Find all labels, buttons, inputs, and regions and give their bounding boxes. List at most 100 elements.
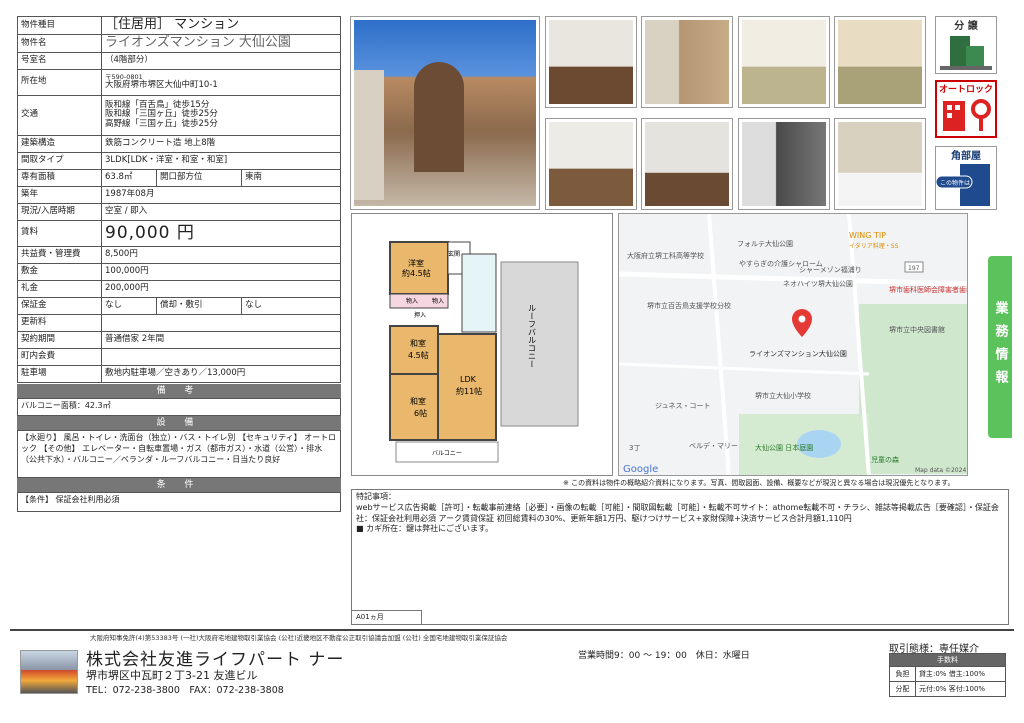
label-amortization: 償却・敷引 <box>156 296 242 315</box>
equipment-header: 設 備 <box>17 416 341 430</box>
route-number: 197 <box>908 265 920 272</box>
store-photo <box>20 650 78 694</box>
map-label: 児童の森 <box>871 455 899 464</box>
remarks-text: バルコニー面積：42.3㎡ <box>17 398 341 416</box>
room-label: 約4.5帖 <box>402 268 431 278</box>
label-deposit: 敷金 <box>17 262 102 281</box>
fee-header: 手数料 <box>889 653 1006 667</box>
room-label: 和室 <box>410 338 426 348</box>
disclaimer: ※ この資料は物件の概略紹介資料になります。写真、間取図面、設備、概要などが現況… <box>563 479 955 487</box>
label-rent: 賃料 <box>17 219 102 247</box>
map-label: 堺市立百舌鳥支援学校分校 <box>647 301 731 310</box>
fee-value: 貸主:0% 借主:100% <box>915 666 1006 682</box>
location-pin-icon <box>792 309 812 337</box>
label-structure: 建築構造 <box>17 134 102 153</box>
map-label: 堺市歯科医師会障害者歯科診療所 <box>889 285 968 294</box>
value-address: 大阪府堺市堺区大仙中町10-1 <box>105 80 218 91</box>
value-status: 空室 / 即入 <box>101 202 341 221</box>
value-guarantee: なし <box>101 296 157 315</box>
corner-sub-label: この物件は <box>940 179 970 187</box>
interior-photo[interactable] <box>834 16 926 108</box>
label-fee: 共益費・管理費 <box>17 245 102 264</box>
floor-plan[interactable]: 洋室 約4.5帖 玄関 和室 4.5帖 LDK 約11帖 和室 6帖 押入 物入… <box>351 213 613 476</box>
label-address: 所在地 <box>17 68 102 96</box>
key-icon <box>943 99 991 131</box>
interior-photo[interactable] <box>738 16 830 108</box>
label-parking: 駐車場 <box>17 364 102 383</box>
notes-title: 特記事項： <box>356 492 396 501</box>
label-status: 現況/入居時期 <box>17 202 102 221</box>
value-structure: 鉄筋コンクリート造 地上8階 <box>101 134 341 153</box>
map-label: ライオンズマンション大仙公園 <box>749 349 847 358</box>
value-parking: 敷地内駐車場／空きあり／13,000円 <box>101 364 341 383</box>
building-photo[interactable] <box>350 16 540 210</box>
label-keymoney: 礼金 <box>17 279 102 298</box>
access-line: 高野線「三国ヶ丘」徒歩25分 <box>105 119 218 130</box>
corner-building-icon: この物件は <box>935 164 990 206</box>
business-info-tab[interactable]: 業務情報 <box>988 256 1012 438</box>
value-deposit: 100,000円 <box>101 262 341 281</box>
label-layout: 間取タイプ <box>17 151 102 170</box>
map-label: シャーメゾン福浦り <box>799 265 862 274</box>
interior-photo[interactable] <box>738 118 830 210</box>
label-guarantee: 保証金 <box>17 296 102 315</box>
value-rent: 90,000 円 <box>101 219 341 247</box>
value-amortization: なし <box>241 296 341 315</box>
notes-key: ■ カギ所在：鍵は弊社にございます。 <box>356 524 494 534</box>
map-label: ベルデ・マリー <box>689 441 738 450</box>
map-label: WING TIP <box>849 231 886 240</box>
license-text: 大阪府知事免許(4)第53383号 (一社)大阪府宅地建物取引業協会 (公社)近… <box>90 634 508 642</box>
room-label: LDK <box>460 375 477 384</box>
room-label: 押入 <box>414 311 426 319</box>
corner-room-badge: 角部屋 この物件は <box>935 146 997 210</box>
label-renewal: 更新料 <box>17 313 102 332</box>
value-room: （4階部分） <box>101 51 341 70</box>
label-access: 交通 <box>17 94 102 136</box>
room-label: 玄関 <box>448 250 460 258</box>
room-label: 物入 <box>406 297 418 305</box>
value-built: 1987年08月 <box>101 185 341 204</box>
map-label: 堺市立大仙小学校 <box>755 391 811 400</box>
remarks-header: 備 考 <box>17 384 341 398</box>
room-label: 物入 <box>432 297 444 305</box>
value-fee: 8,500円 <box>101 245 341 264</box>
map-label: 大阪府立堺工科高等学校 <box>627 251 704 260</box>
interior-photo[interactable] <box>545 118 637 210</box>
map-label: 堺市立中央図書館 <box>889 325 945 334</box>
company-address: 堺市堺区中瓦町２丁3-21 友進ビル <box>86 669 258 682</box>
conditions-text: 【条件】 保証会社利用必須 <box>17 492 341 512</box>
google-logo: Google <box>623 464 658 475</box>
interior-photo[interactable] <box>641 16 733 108</box>
room-label: 洋室 <box>408 258 424 268</box>
map-label: 大仙公園 日本庭園 <box>755 443 813 452</box>
notes-text: webサービス広告掲載［許可］・転載事前連絡［必要］・画像の転載［可能］・間取図… <box>356 502 999 523</box>
property-info-table: 物件種目 ［住居用］ マンション 物件名 ライオンズマンション 大仙公園 号室名 （4… <box>17 16 341 383</box>
map-label: 3丁 <box>629 444 640 452</box>
interior-photo[interactable] <box>545 16 637 108</box>
interior-photo[interactable] <box>641 118 733 210</box>
floor-plan-svg: 洋室 約4.5帖 玄関 和室 4.5帖 LDK 約11帖 和室 6帖 押入 物入… <box>389 241 579 463</box>
map-svg: 大阪府立堺工科高等学校 フォルテ大仙公園 WING TIP イタリア料理・SS … <box>619 214 968 475</box>
label-room: 号室名 <box>17 51 102 70</box>
autolock-label: オートロック <box>938 85 993 95</box>
room-label: 6帖 <box>414 408 427 418</box>
map-label: イタリア料理・SS <box>849 242 899 250</box>
value-direction: 東南 <box>241 168 341 187</box>
footer-divider <box>10 629 1014 631</box>
location-map[interactable]: 大阪府立堺工科高等学校 フォルテ大仙公園 WING TIP イタリア料理・SS … <box>618 213 968 476</box>
interior-photo[interactable] <box>834 118 926 210</box>
fee-label: 分配 <box>889 681 916 697</box>
value-contract: 普通借家 2年間 <box>101 330 341 349</box>
corner-room-label: 角部屋 <box>951 151 981 162</box>
value-keymoney: 200,000円 <box>101 279 341 298</box>
room-label: 和室 <box>410 396 426 406</box>
bunjo-badge: 分 譲 <box>935 16 997 74</box>
building-icon <box>940 36 992 70</box>
map-credit: Map data ©2024 <box>915 467 966 474</box>
company-phone: TEL：072-238-3800 FAX：072-238-3808 <box>86 685 284 696</box>
label-direction: 開口部方位 <box>156 168 242 187</box>
label-name: 物件名 <box>17 33 102 53</box>
room-label: 約11帖 <box>456 386 482 396</box>
room-label: 4.5帖 <box>408 350 429 360</box>
value-renewal <box>101 313 341 332</box>
